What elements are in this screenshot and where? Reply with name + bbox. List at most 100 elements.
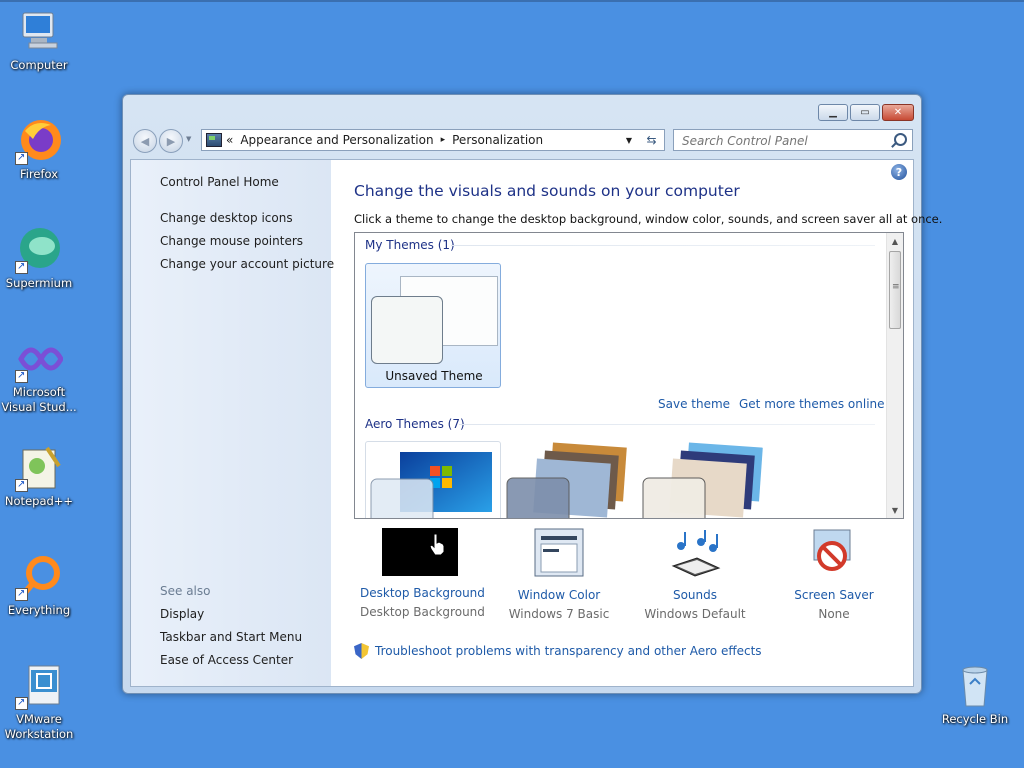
desktop-icon-everything[interactable]: Everything bbox=[0, 553, 78, 618]
breadcrumb-separator-icon[interactable]: ▸ bbox=[441, 135, 446, 145]
screen-saver-setting[interactable]: Screen Saver None bbox=[774, 528, 894, 621]
desktop-icon-firefox[interactable]: Firefox bbox=[0, 117, 78, 182]
caption-buttons: ▁ ▭ ✕ bbox=[816, 104, 914, 121]
recycle-bin-icon bbox=[951, 662, 999, 710]
theme-windows-7[interactable] bbox=[365, 441, 501, 518]
back-arrow-icon: ◀ bbox=[140, 134, 150, 148]
page-title: Change the visuals and sounds on your co… bbox=[354, 182, 740, 200]
troubleshoot-link[interactable]: Troubleshoot problems with transparency … bbox=[375, 644, 762, 658]
desktop-icon-computer[interactable]: Computer bbox=[0, 8, 78, 73]
display-link[interactable]: Display bbox=[160, 607, 204, 621]
forward-button[interactable]: ▶ bbox=[159, 129, 183, 153]
window-color-value: Windows 7 Basic bbox=[508, 607, 610, 621]
save-theme-link[interactable]: Save theme bbox=[658, 397, 730, 411]
firefox-icon bbox=[15, 117, 63, 165]
change-account-picture-link[interactable]: Change your account picture bbox=[160, 257, 334, 271]
minimize-icon: ▁ bbox=[829, 107, 837, 118]
theme-label: Unsaved Theme bbox=[385, 369, 483, 383]
desktop-icon-label: Notepad++ bbox=[4, 494, 74, 508]
desktop-icon-vmware[interactable]: VMware Workstation bbox=[0, 662, 78, 742]
control-panel-icon bbox=[206, 133, 222, 147]
control-panel-window: ▁ ▭ ✕ ◀ ▶ ▼ « Appearance and Personaliza… bbox=[122, 94, 942, 694]
shortcut-arrow-icon bbox=[15, 586, 28, 601]
desktop-icon-label: Firefox bbox=[19, 167, 59, 181]
desktop-icon-supermium[interactable]: Supermium bbox=[0, 226, 78, 291]
close-button[interactable]: ✕ bbox=[882, 104, 914, 121]
window-color-link[interactable]: Window Color bbox=[499, 588, 619, 602]
content-area: Control Panel Home Change desktop icons … bbox=[130, 159, 942, 687]
hand-cursor-icon bbox=[429, 533, 445, 556]
ease-of-access-link[interactable]: Ease of Access Center bbox=[160, 653, 293, 667]
architecture-theme-preview bbox=[506, 442, 627, 518]
search-box[interactable] bbox=[673, 129, 913, 151]
address-bar[interactable]: « Appearance and Personalization ▸ Perso… bbox=[201, 129, 665, 151]
get-more-themes-link[interactable]: Get more themes online bbox=[739, 397, 885, 411]
change-desktop-icons-link[interactable]: Change desktop icons bbox=[160, 211, 293, 225]
my-themes-header: My Themes (1) bbox=[365, 238, 455, 252]
troubleshoot-row[interactable]: Troubleshoot problems with transparency … bbox=[354, 643, 762, 659]
group-divider bbox=[451, 245, 875, 246]
minimize-button[interactable]: ▁ bbox=[818, 104, 848, 121]
refresh-icon: ⇆ bbox=[646, 133, 657, 147]
themes-scrollbar[interactable]: ▲ ▼ bbox=[886, 233, 903, 518]
desktop-icon-label: VMware Workstation bbox=[4, 712, 74, 741]
screen-saver-link[interactable]: Screen Saver bbox=[774, 588, 894, 602]
shortcut-arrow-icon bbox=[15, 150, 28, 165]
desktop-background-link[interactable]: Desktop Background bbox=[360, 586, 485, 600]
shortcut-arrow-icon bbox=[15, 695, 28, 710]
recent-pages-dropdown[interactable]: ▼ bbox=[186, 135, 191, 143]
see-also-header: See also bbox=[160, 584, 211, 598]
theme-unsaved[interactable]: Unsaved Theme bbox=[365, 263, 501, 388]
sounds-icon bbox=[657, 528, 733, 578]
scroll-thumb[interactable] bbox=[889, 251, 901, 329]
back-button[interactable]: ◀ bbox=[133, 129, 157, 153]
themes-list: My Themes (1) Unsaved Theme Save theme G… bbox=[354, 232, 904, 519]
windows-7-theme-preview bbox=[370, 452, 492, 518]
top-edge bbox=[0, 0, 1024, 2]
aero-themes-header: Aero Themes (7) bbox=[365, 417, 465, 431]
theme-architecture[interactable] bbox=[505, 441, 641, 518]
visual-studio-icon bbox=[15, 335, 64, 383]
characters-theme-preview bbox=[642, 442, 763, 518]
desktop-background-value: Desktop Background bbox=[360, 605, 485, 619]
desktop-icon-label: Microsoft Visual Stud... bbox=[1, 385, 77, 414]
breadcrumb-overflow[interactable]: « bbox=[226, 133, 233, 147]
refresh-button[interactable]: ⇆ bbox=[639, 129, 665, 151]
window-color-setting[interactable]: Window Color Windows 7 Basic bbox=[499, 528, 619, 621]
desktop-icon-label: Everything bbox=[7, 603, 71, 617]
scroll-down-icon[interactable]: ▼ bbox=[887, 502, 903, 518]
address-dropdown-icon[interactable]: ▼ bbox=[626, 136, 632, 145]
maximize-button[interactable]: ▭ bbox=[850, 104, 880, 121]
shield-icon bbox=[354, 643, 369, 659]
search-icon[interactable] bbox=[894, 133, 907, 146]
control-panel-home-link[interactable]: Control Panel Home bbox=[160, 175, 279, 189]
sounds-value: Windows Default bbox=[644, 607, 746, 621]
screen-saver-icon bbox=[796, 528, 872, 578]
desktop-background-setting[interactable]: Desktop Background Desktop Background bbox=[360, 528, 485, 619]
screen-saver-value: None bbox=[818, 607, 850, 621]
desktop-icon-notepadpp[interactable]: Notepad++ bbox=[0, 444, 78, 509]
page-subtitle: Click a theme to change the desktop back… bbox=[354, 212, 943, 226]
shortcut-arrow-icon bbox=[15, 259, 28, 274]
breadcrumb-appearance[interactable]: Appearance and Personalization bbox=[240, 133, 433, 147]
desktop-icon-label: Recycle Bin bbox=[941, 712, 1009, 726]
desktop-icon-recycle-bin[interactable]: Recycle Bin bbox=[936, 662, 1014, 727]
desktop-icon-visual-studio[interactable]: Microsoft Visual Stud... bbox=[0, 335, 78, 415]
everything-icon bbox=[15, 553, 63, 601]
theme-characters[interactable] bbox=[641, 441, 777, 518]
breadcrumb-personalization[interactable]: Personalization bbox=[452, 133, 543, 147]
taskbar-start-menu-link[interactable]: Taskbar and Start Menu bbox=[160, 630, 302, 644]
help-icon[interactable]: ? bbox=[891, 164, 907, 180]
sounds-link[interactable]: Sounds bbox=[635, 588, 755, 602]
desktop-icon-label: Supermium bbox=[5, 276, 73, 290]
shortcut-arrow-icon bbox=[15, 477, 28, 492]
theme-preview-front bbox=[371, 296, 443, 364]
search-input[interactable] bbox=[680, 131, 894, 151]
desktop-icon-label: Computer bbox=[10, 58, 68, 72]
scroll-up-icon[interactable]: ▲ bbox=[887, 233, 903, 249]
close-icon: ✕ bbox=[893, 107, 903, 118]
desktop-background-icon bbox=[382, 528, 458, 576]
sounds-setting[interactable]: Sounds Windows Default bbox=[635, 528, 755, 621]
change-mouse-pointers-link[interactable]: Change mouse pointers bbox=[160, 234, 303, 248]
supermium-icon bbox=[15, 226, 63, 274]
